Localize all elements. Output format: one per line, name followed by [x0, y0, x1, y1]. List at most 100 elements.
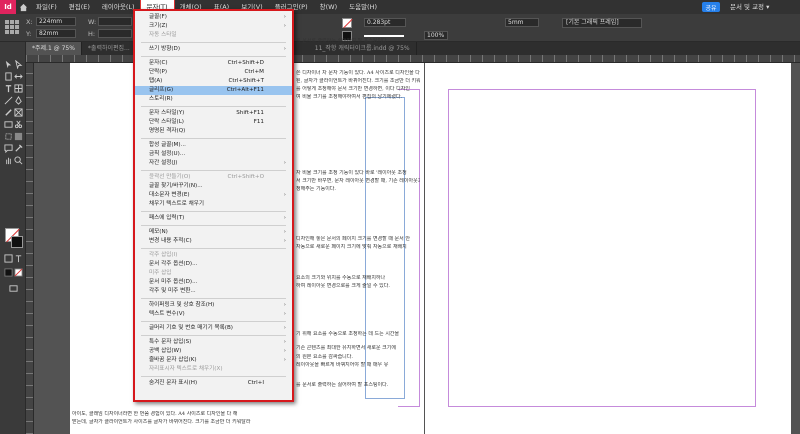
- menu-option-10[interactable]: 단락 스타일(L) F11: [135, 118, 292, 127]
- menu-option-27[interactable]: 하이퍼링크 및 상호 참조(H) ›: [135, 301, 292, 310]
- vertical-ruler[interactable]: [26, 63, 34, 434]
- menu-option-16[interactable]: 글꼴 찾기/바꾸기(N)...: [135, 182, 292, 191]
- submenu-arrow-icon: ›: [283, 325, 286, 331]
- fill-none-swatch[interactable]: [342, 18, 352, 28]
- reference-point-icon[interactable]: [5, 20, 19, 34]
- app-logo-icon: Id: [0, 0, 16, 14]
- h-label: H:: [88, 30, 96, 38]
- document-line: 자 비율 크기를 조정 기능이 있다 바로 '레이아웃 조정: [296, 170, 407, 176]
- submenu-arrow-icon: ›: [283, 215, 286, 221]
- menu-option-17[interactable]: 대소문자 변경(E) ›: [135, 191, 292, 200]
- gap-field[interactable]: 5mm: [505, 18, 539, 27]
- eyedropper-tool-icon[interactable]: [14, 144, 23, 153]
- workspace-switcher[interactable]: 문서 및 교정 ▾: [730, 0, 769, 14]
- menu-item-1[interactable]: 편집(E): [63, 0, 96, 14]
- share-button[interactable]: 공유: [702, 2, 720, 12]
- gradient-tool-icon[interactable]: [14, 132, 23, 141]
- menu-option-label: 줄바꿈 문자 삽입(K): [149, 357, 197, 363]
- menu-option-29[interactable]: 글머리 기호 및 번호 매기기 목록(B) ›: [135, 324, 292, 333]
- y-position-field[interactable]: 82mm: [36, 29, 76, 38]
- menu-option-14[interactable]: 자간 설정(J) ›: [135, 159, 292, 168]
- tab-document-1[interactable]: *주제.1 @ 75%: [26, 42, 82, 55]
- menu-option-19[interactable]: 패스에 입력(T) ›: [135, 214, 292, 223]
- rectangle-tool-icon[interactable]: [4, 120, 13, 129]
- menu-option-25[interactable]: 문서 미주 옵션(D)...: [135, 278, 292, 287]
- hand-tool-icon[interactable]: [4, 156, 13, 165]
- pen-tool-icon[interactable]: [14, 96, 23, 105]
- page-right[interactable]: [425, 63, 791, 434]
- menu-option-23[interactable]: 문서 각주 옵션(D)...: [135, 260, 292, 269]
- menu-separator: [141, 211, 286, 212]
- formatting-text-icon[interactable]: [14, 254, 23, 263]
- document-line: 된, 글자가 클라이언트가 바뀌어진다. 크기를 조금만 더 키워달라: [296, 78, 420, 84]
- stroke-color-icon[interactable]: [11, 236, 23, 248]
- menu-option-26[interactable]: 각주 및 미주 변환...: [135, 287, 292, 296]
- menu-separator: [141, 106, 286, 107]
- document-line: 정해주는 기능이다.: [296, 186, 336, 192]
- home-icon[interactable]: [16, 0, 30, 14]
- width-field[interactable]: [98, 17, 132, 26]
- menu-option-28[interactable]: 텍스트 변수(V) ›: [135, 310, 292, 319]
- object-style-select[interactable]: [기본 그래픽 프레임]: [562, 18, 642, 28]
- menu-option-18[interactable]: 채우기 텍스트로 채우기: [135, 200, 292, 209]
- menu-option-8[interactable]: 스토리(R): [135, 95, 292, 104]
- stroke-weight-field[interactable]: 0.283pt: [364, 18, 406, 27]
- document-line: 디자인해 놓은 문서의 페이지 크기를 변경할 때 문서 안: [296, 236, 410, 242]
- menu-option-11[interactable]: 명명된 격자(Q): [135, 127, 292, 136]
- menu-option-label: 스토리(R): [149, 96, 173, 102]
- note-tool-icon[interactable]: [4, 144, 13, 154]
- menu-option-34[interactable]: 숨겨진 문자 표시(H) Ctrl+I: [135, 379, 292, 388]
- menu-option-32[interactable]: 줄바꿈 문자 삽입(K) ›: [135, 356, 292, 365]
- page-tool-icon[interactable]: [4, 72, 13, 81]
- line-tool-icon[interactable]: [4, 96, 13, 105]
- document-line: 를 문서로 출력하는 싫어하여 할 포스팅이다.: [296, 38, 389, 44]
- menu-option-label: 합성 글꼴(M)...: [149, 142, 186, 148]
- direct-selection-tool-icon[interactable]: [14, 59, 23, 70]
- menu-option-20[interactable]: 메모(N) ›: [135, 228, 292, 237]
- menu-option-1[interactable]: 크기(Z) ›: [135, 22, 292, 31]
- menu-option-13[interactable]: 금칙 설정(U)...: [135, 150, 292, 159]
- menu-option-label: 변경 내용 추적(C): [149, 238, 192, 244]
- x-position-field[interactable]: 224mm: [36, 17, 76, 26]
- menu-option-31[interactable]: 공백 삽입(W) ›: [135, 347, 292, 356]
- menu-option-7[interactable]: 글리프(G) Ctrl+Alt+F11: [135, 86, 292, 95]
- menu-option-label: 단락 스타일(L): [149, 119, 184, 125]
- apply-none-icon[interactable]: [14, 268, 23, 277]
- menu-option-label: 글꼴 찾기/바꾸기(N)...: [149, 183, 203, 189]
- menu-option-label: 윤곽선 만들기(O): [149, 174, 191, 180]
- menu-option-6[interactable]: 탭(A) Ctrl+Shift+T: [135, 77, 292, 86]
- opacity-field[interactable]: 100%: [424, 31, 448, 40]
- document-line: 받는데, 글자가 클라이언트가 사이즈를 글자가 바뀌어진다. 크기를 조금만 …: [72, 419, 251, 425]
- menu-option-0[interactable]: 글꼴(F) ›: [135, 13, 292, 22]
- scissors-tool-icon[interactable]: [14, 120, 23, 129]
- frame-grid-tool-icon[interactable]: [14, 84, 23, 93]
- menu-option-2: 자동 스타일: [135, 31, 292, 40]
- tab-document-2[interactable]: *출력하이편집...: [82, 42, 137, 55]
- menu-option-4[interactable]: 문자(C) Ctrl+Shift+D: [135, 59, 292, 68]
- rectangle-frame-tool-icon[interactable]: [14, 108, 23, 117]
- menu-option-30[interactable]: 특수 문자 삽입(S) ›: [135, 338, 292, 347]
- formatting-container-icon[interactable]: [4, 254, 13, 263]
- menu-option-3[interactable]: 쓰기 방향(D) ›: [135, 45, 292, 54]
- selection-tool-icon[interactable]: [4, 60, 13, 69]
- height-field[interactable]: [98, 29, 132, 38]
- menu-option-12[interactable]: 합성 글꼴(M)...: [135, 141, 292, 150]
- document-line: 레이아웃을 빠르게 바꿔지어야 할 때 매우 유: [296, 362, 389, 368]
- document-line: 하여 레이아웃 변경으로를 크게 줄일 수 있다.: [296, 283, 390, 289]
- menu-option-shortcut: F11: [253, 119, 264, 125]
- menu-option-9[interactable]: 문자 스타일(Y) Shift+F11: [135, 109, 292, 118]
- apply-color-icon[interactable]: [4, 268, 13, 277]
- pencil-tool-icon[interactable]: [4, 108, 13, 117]
- type-tool-icon[interactable]: [4, 84, 13, 93]
- menu-item-9[interactable]: 도움말(H): [343, 0, 383, 14]
- screen-mode-icon[interactable]: [9, 284, 18, 293]
- stroke-type-preview[interactable]: [364, 35, 404, 37]
- free-transform-tool-icon[interactable]: [4, 132, 13, 141]
- submenu-arrow-icon: ›: [283, 23, 286, 29]
- gap-tool-icon[interactable]: [14, 72, 23, 81]
- menu-item-8[interactable]: 창(W): [314, 0, 343, 14]
- zoom-tool-icon[interactable]: [14, 156, 23, 165]
- menu-item-0[interactable]: 파일(F): [30, 0, 63, 14]
- menu-option-21[interactable]: 변경 내용 추적(C) ›: [135, 237, 292, 246]
- menu-option-5[interactable]: 단락(P) Ctrl+M: [135, 68, 292, 77]
